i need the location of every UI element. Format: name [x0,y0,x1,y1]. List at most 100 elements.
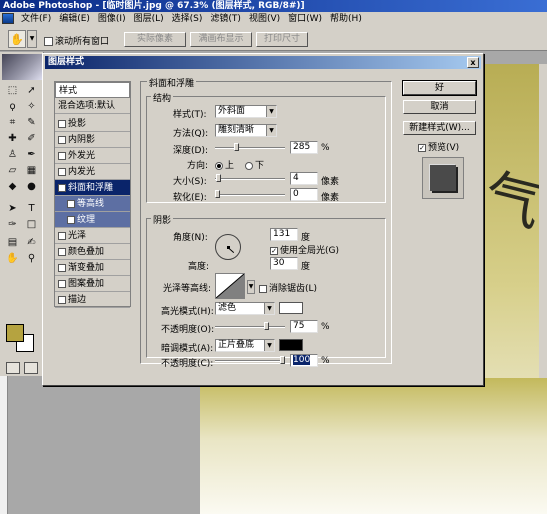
effect-texture[interactable]: 纹理 [55,212,130,228]
crop-tool-icon[interactable]: ⌗ [5,116,20,130]
ok-button[interactable]: 好 [402,80,477,96]
pen-tool-icon[interactable]: ✑ [5,218,20,232]
menu-view[interactable]: 视图(V) [245,12,284,27]
effect-outer-glow[interactable]: 外发光 [55,148,130,164]
effect-satin[interactable]: 光泽 [55,228,130,244]
effect-stroke[interactable]: 描边 [55,292,130,308]
slice-tool-icon[interactable]: ✎ [24,116,39,130]
effect-drop-shadow[interactable]: 投影 [55,116,130,132]
history-brush-icon[interactable]: ✒ [24,148,39,162]
depth-input[interactable]: 285 [290,141,318,154]
fit-screen-button[interactable]: 满画布显示 [190,32,252,47]
effect-contour[interactable]: 等高线 [55,196,130,212]
gradient-tool-icon[interactable]: ▦ [24,164,39,178]
blend-options-item[interactable]: 混合选项:默认 [55,98,130,114]
close-icon[interactable]: x [467,57,479,68]
foreground-color-swatch[interactable] [6,324,24,342]
effect-color-overlay[interactable]: 颜色叠加 [55,244,130,260]
soften-label: 软化(E): [173,193,207,203]
soften-slider-thumb[interactable] [215,190,220,198]
angle-input[interactable]: 131 [270,228,298,241]
scroll-all-windows-checkbox[interactable]: 滚动所有窗口 [44,34,109,47]
style-preview-thumbnail [422,157,464,199]
global-light-checkbox[interactable]: ✓ 使用全局光(G) [270,243,339,256]
standard-mode-icon[interactable] [6,362,20,374]
marquee-tool-icon[interactable]: ⬚ [5,84,20,98]
highlight-opacity-input[interactable]: 75 [290,320,318,333]
depth-slider[interactable] [215,143,285,151]
altitude-input[interactable]: 30 [270,257,298,270]
antialias-checkbox[interactable]: 消除锯齿(L) [259,281,317,294]
eraser-tool-icon[interactable]: ▱ [5,164,20,178]
depth-slider-thumb[interactable] [234,143,239,151]
effect-label: 斜面和浮雕 [68,183,114,193]
actual-pixels-button[interactable]: 实际像素 [124,32,186,47]
print-size-button[interactable]: 打印尺寸 [256,32,308,47]
healing-brush-icon[interactable]: ✚ [5,132,20,146]
brush-tool-icon[interactable]: ✐ [24,132,39,146]
menu-select[interactable]: 选择(S) [168,12,207,27]
shadow-mode-dropdown[interactable]: 正片叠底 ▼ [215,339,275,352]
menu-layer[interactable]: 图层(L) [130,12,168,27]
path-select-icon[interactable]: ➤ [5,202,20,216]
magic-wand-tool-icon[interactable]: ✧ [24,100,39,114]
shadow-opacity-slider[interactable] [215,356,285,364]
size-slider-thumb[interactable] [216,174,221,182]
soften-slider[interactable] [215,190,285,198]
new-style-button[interactable]: 新建样式(W)... [403,121,476,135]
stamp-tool-icon[interactable]: ♙ [5,148,20,162]
dodge-tool-icon[interactable]: ● [24,180,39,194]
effect-gradient-overlay[interactable]: 渐变叠加 [55,260,130,276]
hand-tool-icon[interactable]: ✋ [8,30,26,48]
preview-checkbox[interactable]: ✓ 预览(V) [418,140,459,153]
highlight-mode-label: 高光模式(H): [161,307,214,317]
shape-tool-icon[interactable]: □ [24,218,39,232]
menu-window[interactable]: 窗口(W) [284,12,326,27]
check-icon: ✓ [270,246,278,255]
direction-down-radio[interactable]: 下 [243,158,264,171]
menu-image[interactable]: 图像(I) [94,12,130,27]
gloss-contour-picker[interactable] [215,273,245,299]
move-tool-icon[interactable]: ➚ [24,84,39,98]
menu-file[interactable]: 文件(F) [17,12,55,27]
menu-help[interactable]: 帮助(H) [326,12,366,27]
effect-label: 图案叠加 [68,279,105,289]
highlight-mode-dropdown[interactable]: 滤色 ▼ [215,302,275,315]
depth-unit: % [321,143,330,153]
eyedropper-tool-icon[interactable]: ✍ [24,236,39,250]
menu-filter[interactable]: 滤镜(T) [206,12,245,27]
effect-inner-shadow[interactable]: 内阴影 [55,132,130,148]
direction-up-radio[interactable]: 上 [213,158,234,171]
chevron-down-icon[interactable]: ▼ [247,280,255,294]
shadow-opacity-input[interactable]: 100 [290,354,318,367]
quick-mask-mode-icon[interactable] [24,362,38,374]
menu-edit[interactable]: 编辑(E) [55,12,94,27]
angle-dial-icon[interactable] [215,234,241,260]
method-dropdown[interactable]: 雕刻清晰 ▼ [215,124,277,137]
size-slider[interactable] [215,174,285,182]
effect-bevel-emboss[interactable]: ✓ 斜面和浮雕 [55,180,130,196]
highlight-color-swatch[interactable] [279,302,303,314]
styles-list-header[interactable]: 样式 [55,82,130,98]
checkbox-box [259,284,267,293]
shadow-opacity-thumb[interactable] [280,356,285,364]
tool-preset-dropdown[interactable]: ▼ [27,30,37,48]
hand-tool-icon[interactable]: ✋ [5,252,20,266]
cancel-button[interactable]: 取消 [403,100,476,114]
blur-tool-icon[interactable]: ◆ [5,180,20,194]
effect-pattern-overlay[interactable]: 图案叠加 [55,276,130,292]
altitude-label: 高度: [188,262,210,272]
document-scrollbar[interactable] [539,64,547,380]
soften-input[interactable]: 0 [290,188,318,201]
effect-inner-glow[interactable]: 内发光 [55,164,130,180]
style-dropdown[interactable]: 外斜面 ▼ [215,105,277,118]
size-input[interactable]: 4 [290,172,318,185]
type-tool-icon[interactable]: T [24,202,39,216]
highlight-opacity-thumb[interactable] [264,322,269,330]
lasso-tool-icon[interactable]: ϙ [5,100,20,114]
highlight-opacity-slider[interactable] [215,322,285,330]
zoom-tool-icon[interactable]: ⚲ [24,252,39,266]
shadow-color-swatch[interactable] [279,339,303,351]
highlight-opacity-unit: % [321,322,330,332]
notes-tool-icon[interactable]: ▤ [5,236,20,250]
